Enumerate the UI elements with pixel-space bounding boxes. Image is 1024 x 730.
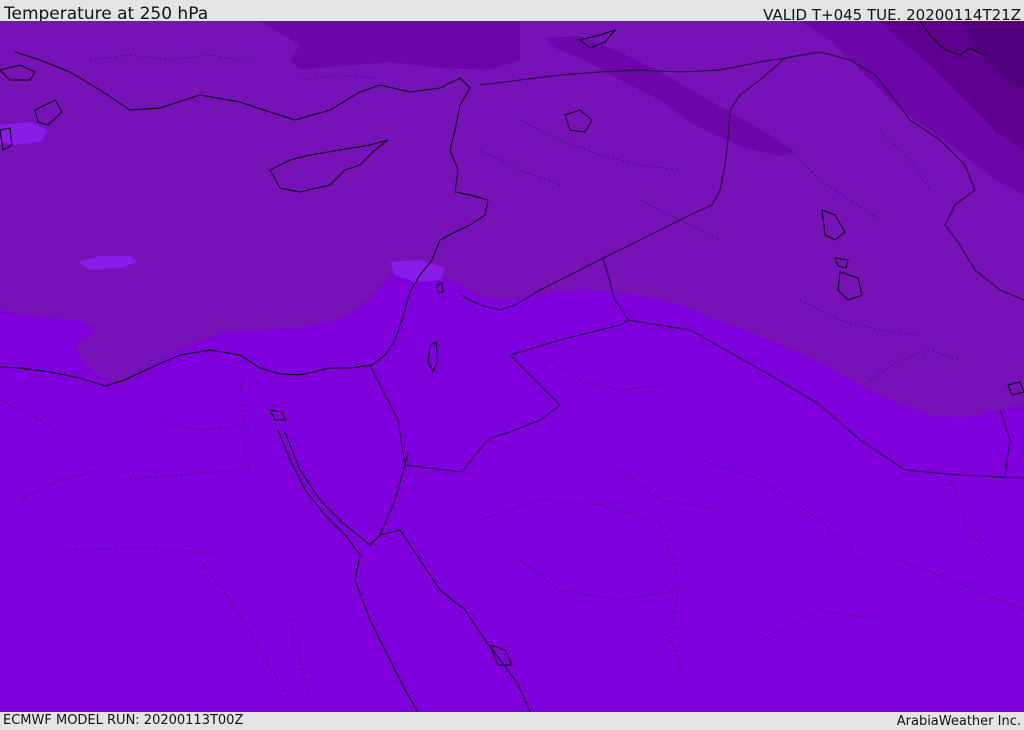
weather-map[interactable] (0, 21, 1024, 712)
credit-label: ArabiaWeather Inc. (896, 714, 1021, 729)
map-footer: ECMWF MODEL RUN: 20200113T00Z ArabiaWeat… (0, 712, 1024, 729)
model-run-label: ECMWF MODEL RUN: 20200113T00Z (3, 713, 244, 728)
map-canvas (0, 21, 1024, 712)
map-header: Temperature at 250 hPa VALID T+045 TUE. … (0, 0, 1024, 24)
